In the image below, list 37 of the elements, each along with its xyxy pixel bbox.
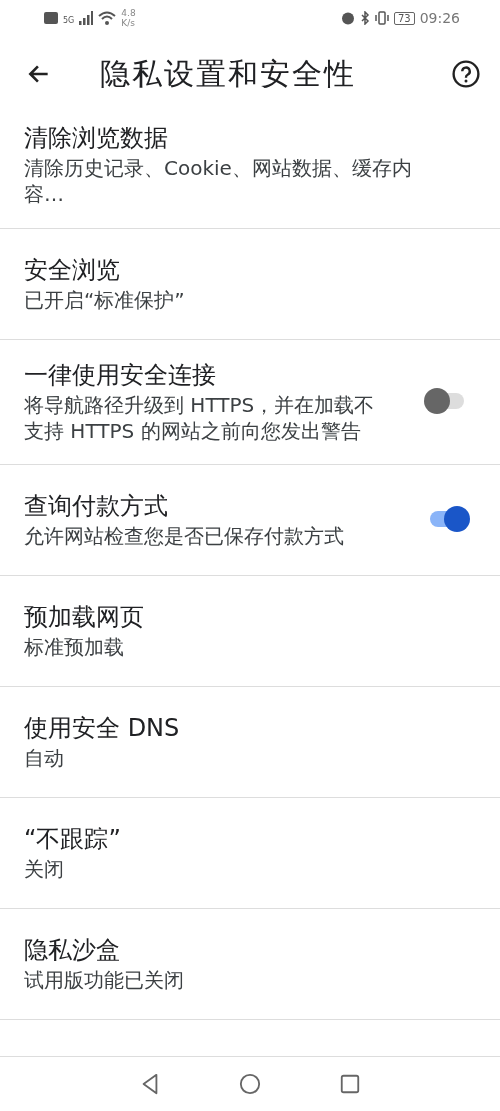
settings-item[interactable]: 预加载网页 标准预加载: [0, 576, 500, 687]
setting-title: 查询付款方式: [24, 491, 169, 522]
speed-value: 4.8: [121, 8, 136, 18]
setting-title: 预加载网页: [24, 602, 145, 633]
setting-title: 安全浏览: [24, 255, 121, 286]
home-nav-icon[interactable]: [239, 1073, 261, 1095]
vibrate-icon: [374, 11, 389, 25]
setting-title: 清除浏览数据: [24, 123, 169, 154]
wifi-icon: [98, 11, 117, 25]
setting-description: 将导航路径升级到 HTTPS，并在加载不支持 HTTPS 的网站之前向您发出警告: [24, 392, 376, 444]
signal-icon: [79, 11, 94, 25]
clock-time: 09:26: [419, 10, 460, 26]
setting-title: 一律使用安全连接: [24, 360, 217, 391]
network-label: 5G: [63, 16, 75, 25]
setting-title: 使用安全 DNS: [24, 713, 181, 744]
settings-item[interactable]: 使用安全 DNS 自动: [0, 687, 500, 798]
setting-description: 允许网站检查您是否已保存付款方式: [24, 523, 345, 549]
setting-title: 隐私沙盒: [24, 935, 121, 966]
settings-item[interactable]: 隐私沙盒 试用版功能已关闭: [0, 909, 500, 1020]
settings-item[interactable]: “不跟踪” 关闭: [0, 798, 500, 909]
speed-unit: K/s: [121, 18, 136, 28]
settings-item[interactable]: 一律使用安全连接 将导航路径升级到 HTTPS，并在加载不支持 HTTPS 的网站之前向您发出警告: [0, 340, 500, 465]
setting-description: 自动: [24, 745, 65, 771]
setting-description: 清除历史记录、Cookie、网站数据、缓存内容…: [24, 155, 413, 207]
settings-item[interactable]: 安全浏览 已开启“标准保护”: [0, 229, 500, 340]
page-title: 隐私设置和安全性: [100, 54, 357, 93]
setting-description: 试用版功能已关闭: [24, 967, 185, 993]
bluetooth-icon: [359, 11, 370, 25]
setting-description: 已开启“标准保护”: [24, 287, 186, 313]
help-icon[interactable]: [452, 60, 480, 88]
settings-item[interactable]: 查询付款方式 允许网站检查您是否已保存付款方式: [0, 465, 500, 576]
settings-item[interactable]: 清除浏览数据 清除历史记录、Cookie、网站数据、缓存内容…: [0, 112, 500, 229]
setting-title: “不跟踪”: [24, 824, 122, 855]
recents-nav-icon[interactable]: [339, 1073, 361, 1095]
setting-description: 关闭: [24, 856, 65, 882]
setting-description: 标准预加载: [24, 634, 125, 660]
battery-level: 73: [393, 11, 415, 25]
